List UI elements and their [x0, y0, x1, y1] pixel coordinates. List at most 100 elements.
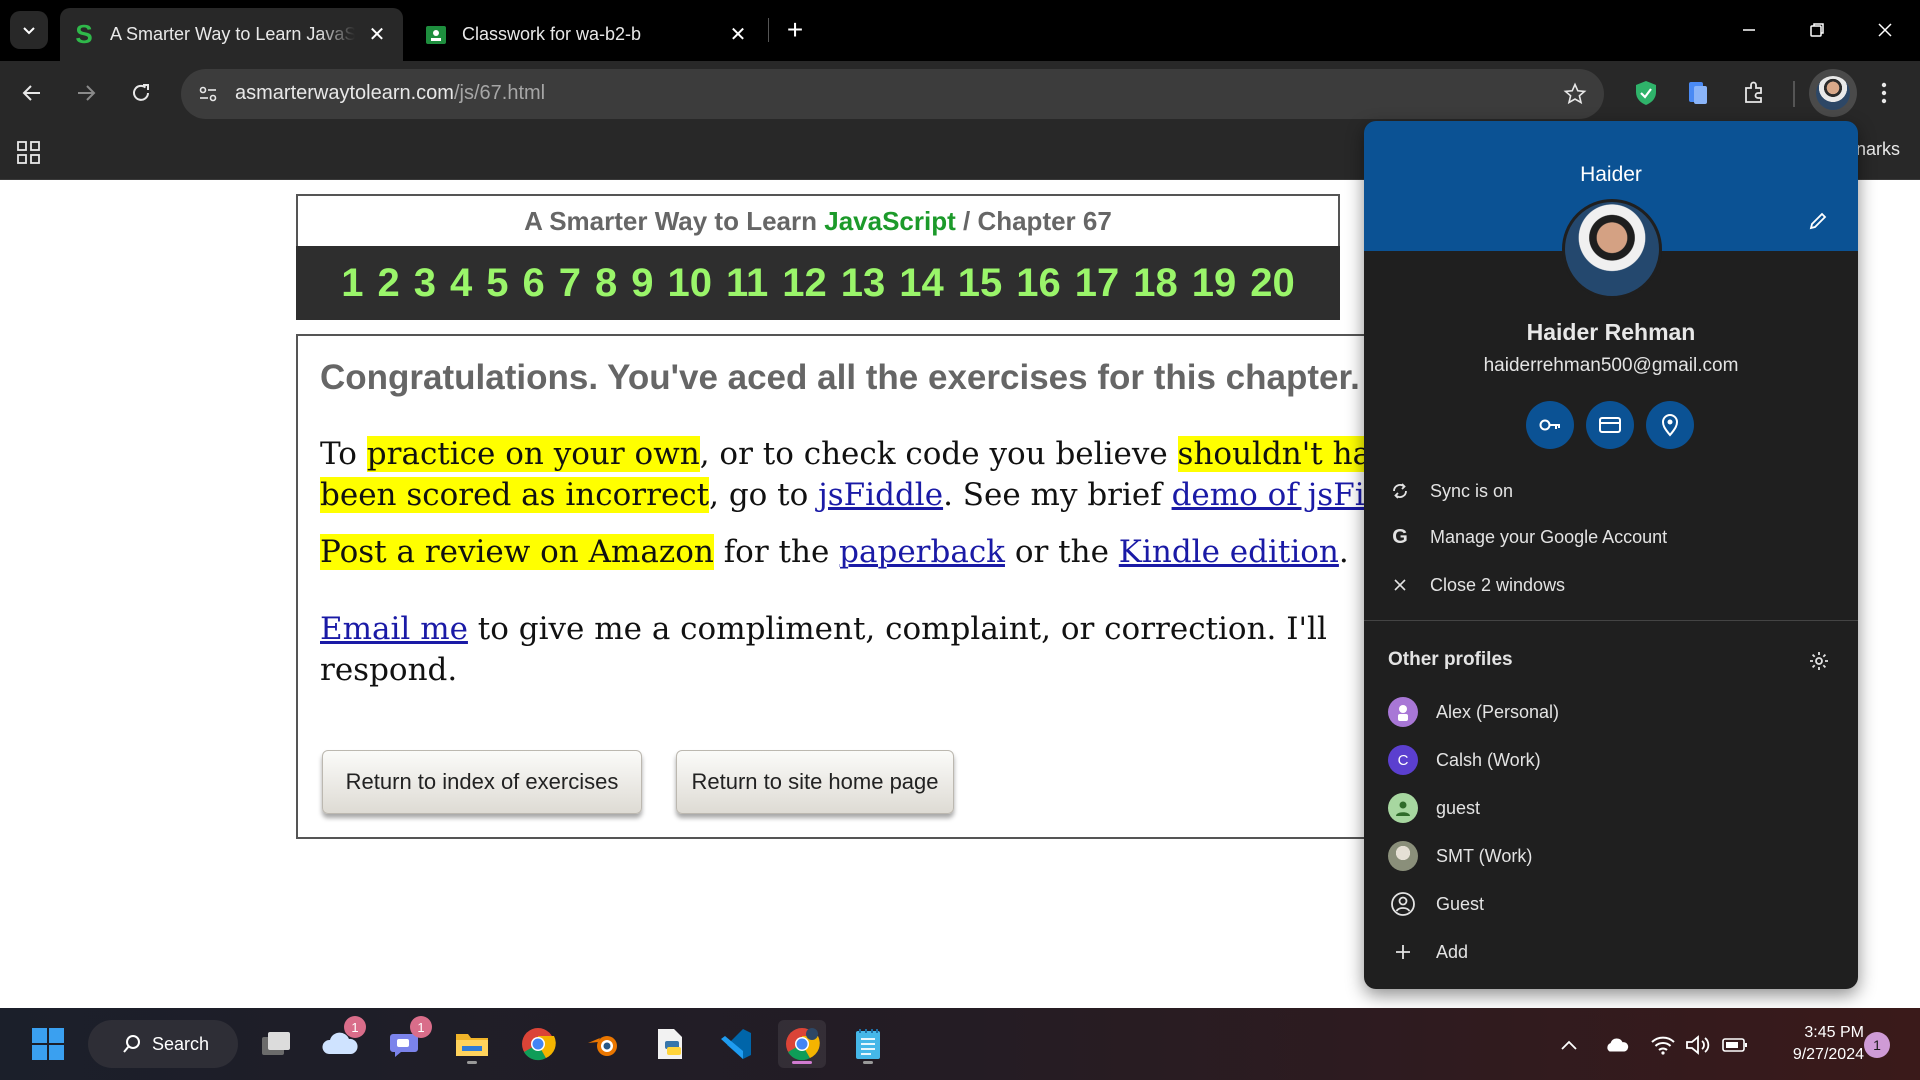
jsfiddle-link[interactable]: jsFiddle — [818, 477, 943, 513]
new-tab-button[interactable]: + — [778, 13, 812, 47]
profile-item-smt[interactable]: SMT (Work) — [1364, 833, 1858, 879]
chapter-link-20[interactable]: 20 — [1243, 261, 1302, 306]
return-to-index-button[interactable]: Return to index of exercises — [322, 750, 642, 814]
profile-item-guest-lower[interactable]: guest — [1364, 785, 1858, 831]
chapter-link-16[interactable]: 16 — [1009, 261, 1068, 306]
chapter-link-8[interactable]: 8 — [588, 261, 624, 306]
tab-search-button[interactable] — [10, 11, 48, 49]
bookmark-star-icon[interactable] — [1562, 81, 1588, 107]
tab-title: Classwork for wa-b2-b — [462, 24, 642, 44]
forward-button[interactable] — [68, 75, 104, 111]
chapter-link-11[interactable]: 11 — [719, 261, 775, 306]
close-windows-item[interactable]: Close 2 windows — [1364, 563, 1858, 607]
battery-icon[interactable] — [1722, 1032, 1748, 1058]
python-app[interactable] — [646, 1020, 694, 1068]
onedrive-app[interactable]: 1 — [316, 1016, 366, 1068]
profile-item-alex[interactable]: Alex (Personal) — [1364, 689, 1858, 735]
shield-extension-icon[interactable] — [1630, 77, 1662, 109]
chapter-link-14[interactable]: 14 — [892, 261, 951, 306]
teams-app[interactable]: 1 — [382, 1016, 432, 1068]
clock-time: 3:45 PM — [1804, 1024, 1864, 1041]
other-profiles-heading: Other profiles — [1388, 649, 1513, 670]
chrome-icon — [522, 1028, 556, 1061]
chapter-link-17[interactable]: 17 — [1068, 261, 1127, 306]
title-text: A Smarter Way to Learn — [524, 206, 817, 236]
restore-button[interactable] — [1794, 8, 1840, 52]
chapter-link-6[interactable]: 6 — [515, 261, 551, 306]
notepad-app[interactable] — [844, 1020, 892, 1068]
profile-avatar-large — [1562, 199, 1662, 299]
chapter-link-12[interactable]: 12 — [775, 261, 834, 306]
chapter-link-10[interactable]: 10 — [660, 261, 719, 306]
start-button[interactable] — [24, 1020, 72, 1068]
addresses-button[interactable] — [1646, 401, 1694, 449]
url-text[interactable]: asmarterwaytolearn.com/js/67.html — [235, 82, 545, 105]
search-label: Search — [152, 1033, 210, 1054]
tab-separator — [768, 18, 769, 42]
taskbar-search[interactable]: Search — [88, 1020, 238, 1068]
site-info-icon[interactable] — [195, 81, 221, 107]
chapter-link-7[interactable]: 7 — [552, 261, 588, 306]
address-bar[interactable]: asmarterwaytolearn.com/js/67.html — [181, 69, 1604, 119]
add-profile-item[interactable]: Add — [1364, 929, 1858, 975]
email-me-link[interactable]: Email me — [320, 611, 468, 647]
sync-status-item[interactable]: Sync is on — [1364, 469, 1858, 513]
arrow-left-icon — [22, 85, 40, 101]
manage-account-item[interactable]: G Manage your Google Account — [1364, 515, 1858, 559]
show-hidden-icons[interactable] — [1556, 1032, 1582, 1058]
profile-name: Alex (Personal) — [1436, 701, 1560, 722]
chapter-link-13[interactable]: 13 — [834, 261, 893, 306]
onedrive-tray-icon[interactable] — [1604, 1032, 1630, 1058]
chapter-link-4[interactable]: 4 — [443, 261, 479, 306]
running-indicator — [467, 1061, 477, 1064]
file-explorer-app[interactable] — [448, 1020, 496, 1068]
reload-icon — [133, 84, 149, 101]
tab-close-icon[interactable]: ✕ — [363, 21, 391, 49]
chrome-app[interactable] — [514, 1020, 562, 1068]
highlighted-text: practice on your own — [366, 436, 700, 472]
taskbar-clock[interactable]: 3:45 PM 9/27/2024 — [1764, 1022, 1864, 1066]
back-button[interactable] — [14, 75, 50, 111]
volume-icon[interactable] — [1684, 1032, 1710, 1058]
chapter-link-5[interactable]: 5 — [479, 261, 515, 306]
reload-button[interactable] — [123, 75, 159, 111]
task-view-icon — [262, 1032, 290, 1055]
close-window-button[interactable] — [1862, 8, 1908, 52]
manage-profiles-gear-icon[interactable] — [1806, 648, 1832, 674]
extensions-puzzle-icon[interactable] — [1738, 77, 1770, 109]
chapter-link-19[interactable]: 19 — [1185, 261, 1244, 306]
notification-center-badge[interactable]: 1 — [1864, 1032, 1890, 1058]
passwords-button[interactable] — [1526, 401, 1574, 449]
return-to-home-button[interactable]: Return to site home page — [676, 750, 954, 814]
chapter-link-2[interactable]: 2 — [370, 261, 406, 306]
tab-classwork[interactable]: Classwork for wa-b2-b ✕ — [412, 8, 764, 61]
chapter-link-9[interactable]: 9 — [624, 261, 660, 306]
paperback-link[interactable]: paperback — [839, 534, 1005, 570]
kindle-edition-link[interactable]: Kindle edition — [1119, 534, 1339, 570]
chrome-menu-button[interactable] — [1866, 75, 1902, 111]
payment-methods-button[interactable] — [1586, 401, 1634, 449]
profile-button[interactable] — [1809, 69, 1857, 117]
chapter-link-18[interactable]: 18 — [1126, 261, 1185, 306]
blender-app[interactable] — [580, 1020, 628, 1068]
notepad-icon — [856, 1029, 880, 1059]
folder-icon — [456, 1034, 488, 1056]
chrome-profile-app[interactable] — [778, 1020, 826, 1068]
docs-extension-icon[interactable] — [1682, 77, 1714, 109]
profile-item-calsh[interactable]: C Calsh (Work) — [1364, 737, 1858, 783]
tab-close-icon[interactable]: ✕ — [724, 21, 752, 49]
minimize-button[interactable] — [1726, 8, 1772, 52]
wifi-icon[interactable] — [1650, 1032, 1676, 1058]
edit-profile-icon[interactable] — [1804, 207, 1832, 235]
vscode-app[interactable] — [712, 1020, 760, 1068]
tab-smarter-way[interactable]: S A Smarter Way to Learn JavaScript ✕ — [60, 8, 403, 61]
text: , or to check code you believe — [699, 436, 1178, 472]
apps-grid-icon[interactable] — [16, 140, 42, 166]
guest-mode-item[interactable]: Guest — [1364, 881, 1858, 927]
chapter-link-3[interactable]: 3 — [407, 261, 443, 306]
chapter-link-1[interactable]: 1 — [334, 261, 370, 306]
chapter-link-15[interactable]: 15 — [951, 261, 1010, 306]
all-bookmarks-label[interactable]: narks — [1856, 139, 1900, 160]
task-view-button[interactable] — [252, 1020, 300, 1068]
guest-account-icon — [1388, 889, 1418, 919]
